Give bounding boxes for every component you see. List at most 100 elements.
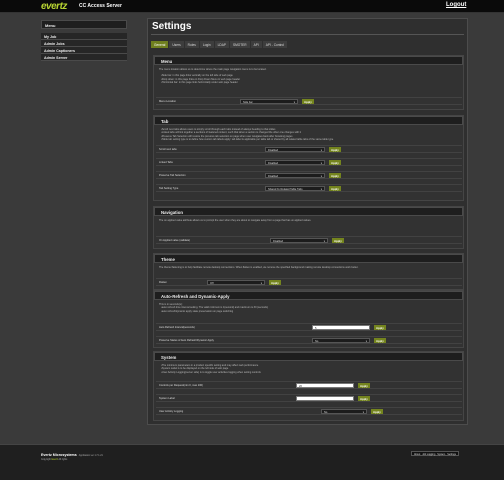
menu-section-title: Menu bbox=[154, 56, 463, 65]
tab-section: Tab Scroll next tabs allows users to sim… bbox=[153, 115, 464, 201]
navigation-section-title: Navigation bbox=[154, 207, 463, 216]
scroll-next-tabs-label: Scroll next tabs bbox=[159, 148, 177, 151]
scroll-next-tabs-row: Scroll next tabs Disabled ▾ Apply bbox=[156, 145, 462, 153]
theme-section-title: Theme bbox=[154, 254, 463, 263]
tab-roles[interactable]: Roles bbox=[184, 41, 199, 48]
flatten-row: Flatten Off ▾ Apply bbox=[156, 278, 462, 286]
tab-setting-type-apply-button[interactable]: Apply bbox=[329, 186, 341, 191]
scroll-next-tabs-select[interactable]: Disabled ▾ bbox=[265, 147, 325, 152]
linked-tabs-row: Linked Tabs Disabled ▾ Apply bbox=[156, 158, 462, 166]
user-activity-logging-select[interactable]: No ▾ bbox=[321, 409, 367, 414]
sidebar-item-admin-captioners[interactable]: Admin Captioners bbox=[41, 47, 127, 54]
menu-location-apply-button[interactable]: Apply bbox=[302, 99, 314, 104]
chevron-down-icon: ▾ bbox=[320, 148, 322, 152]
sidebar-item-my-job[interactable]: My Job bbox=[41, 33, 127, 40]
title-divider bbox=[151, 34, 464, 35]
footer-job-logging-link[interactable]: Job Logging bbox=[422, 453, 435, 456]
tab-users[interactable]: Users bbox=[169, 41, 184, 48]
system-label-apply-button[interactable]: Apply bbox=[358, 396, 370, 401]
tab-ldap[interactable]: LDAP bbox=[214, 41, 229, 48]
system-description: The minimum parameters in a product spec… bbox=[159, 364, 459, 374]
footer-settings-link[interactable]: Settings bbox=[447, 453, 456, 456]
on-applied-value-row: On Applied value (validate) Disabled ▾ Ap… bbox=[156, 236, 462, 244]
preserve-tab-selection-label: Preserve Tab Selection bbox=[159, 174, 186, 177]
preserve-auto-refresh-select[interactable]: No ▾ bbox=[312, 338, 370, 343]
settings-tabs: General Users Roles Login LDAP SMOTER AP… bbox=[151, 41, 287, 48]
preserve-auto-refresh-label: Preserve Status of Auto Refresh/Dynamic … bbox=[159, 339, 214, 342]
chevron-down-icon: ▾ bbox=[320, 174, 322, 178]
footer-system-link[interactable]: System bbox=[437, 453, 445, 456]
tab-setting-type-row: Tab Setting Type Shared by Related Table… bbox=[156, 184, 462, 192]
controls-per-request-row: Controls per Request(min 0, max 100) 20 … bbox=[156, 381, 462, 389]
preserve-auto-refresh-row: Preserve Status of Auto Refresh/Dynamic … bbox=[156, 336, 462, 344]
flatten-apply-button[interactable]: Apply bbox=[269, 280, 281, 285]
tab-setting-type-select[interactable]: Shared by Related Table Tabs ▾ bbox=[265, 186, 325, 191]
controls-per-request-label: Controls per Request(min 0, max 100) bbox=[159, 384, 203, 387]
chevron-down-icon: ▾ bbox=[365, 339, 367, 343]
scroll-next-tabs-apply-button[interactable]: Apply bbox=[329, 147, 341, 152]
tab-api-control[interactable]: API - Control bbox=[262, 41, 287, 48]
system-section-title: System bbox=[154, 352, 463, 361]
footer: Evertz Microsystems Application ver 1.7.1… bbox=[0, 444, 504, 480]
on-applied-value-select[interactable]: Disabled ▾ bbox=[270, 238, 328, 243]
preserve-auto-refresh-apply-button[interactable]: Apply bbox=[374, 338, 386, 343]
sidebar-title: Menu bbox=[41, 20, 127, 29]
chevron-down-icon: ▾ bbox=[320, 187, 322, 191]
auto-refresh-interval-label: Auto Refresh Interval(seconds) bbox=[159, 326, 195, 329]
logout-link[interactable]: Logout bbox=[446, 2, 466, 8]
theme-description: The theme flattening is to help facilita… bbox=[159, 266, 359, 269]
on-applied-value-apply-button[interactable]: Apply bbox=[332, 238, 344, 243]
tab-bullet: Table tab setting type is to define how … bbox=[161, 138, 459, 141]
chevron-down-icon: ▾ bbox=[293, 100, 295, 104]
auto-refresh-interval-apply-button[interactable]: Apply bbox=[374, 325, 386, 330]
tab-api[interactable]: API bbox=[250, 41, 262, 48]
navigation-section: Navigation The on applied value attribut… bbox=[153, 206, 464, 249]
menu-location-select[interactable]: Side bar ▾ bbox=[240, 99, 298, 104]
tab-section-title: Tab bbox=[154, 116, 463, 125]
theme-section: Theme The theme flattening is to help fa… bbox=[153, 253, 464, 290]
chevron-down-icon: ▾ bbox=[323, 239, 325, 243]
sidebar-item-admin-jobs[interactable]: Admin Jobs bbox=[41, 40, 127, 47]
sidebar-item-admin-server[interactable]: Admin Server bbox=[41, 54, 127, 61]
system-label-input[interactable] bbox=[296, 396, 354, 401]
app-title: CC Access Server bbox=[79, 3, 122, 9]
brand-link[interactable]: Evertz bbox=[51, 459, 58, 461]
company-label: Evertz Microsystems bbox=[41, 453, 77, 457]
system-bullet: User Activity Logging(server side) is to… bbox=[161, 371, 459, 374]
user-activity-logging-label: User Activity Logging bbox=[159, 410, 184, 413]
settings-panel: Settings General Users Roles Login LDAP … bbox=[147, 18, 468, 425]
tab-smoter[interactable]: SMOTER bbox=[229, 41, 250, 48]
linked-tabs-select[interactable]: Disabled ▾ bbox=[265, 160, 325, 165]
chevron-down-icon: ▾ bbox=[320, 161, 322, 165]
linked-tabs-apply-button[interactable]: Apply bbox=[329, 160, 341, 165]
user-activity-logging-apply-button[interactable]: Apply bbox=[371, 409, 383, 414]
controls-per-request-apply-button[interactable]: Apply bbox=[358, 383, 370, 388]
auto-refresh-description: This is in seconds(s): auto refresh time… bbox=[159, 303, 459, 313]
system-section: System The minimum parameters in a produ… bbox=[153, 351, 464, 421]
linked-tabs-label: Linked Tabs bbox=[159, 161, 173, 164]
company-name: Evertz Microsystems Application ver 1.7.1… bbox=[41, 453, 103, 457]
on-applied-value-label: On Applied value (validate) bbox=[159, 239, 190, 242]
sidebar: Menu My Job Admin Jobs Admin Captioners … bbox=[41, 20, 127, 61]
footer-nav: About Job Logging System Settings bbox=[411, 451, 459, 456]
auto-refresh-interval-input[interactable]: 5 bbox=[312, 325, 370, 330]
menu-description: The menu location allows us to determine… bbox=[159, 68, 459, 84]
auto-refresh-bullet: auto refresh/dynamic apply state preserv… bbox=[161, 310, 459, 313]
chevron-down-icon: ▾ bbox=[362, 410, 364, 414]
preserve-tab-selection-row: Preserve Tab Selection Disabled ▾ Apply bbox=[156, 171, 462, 179]
top-bar: evertz CC Access Server Logout bbox=[0, 0, 504, 13]
menu-section: Menu The menu location allows us to dete… bbox=[153, 55, 464, 110]
preserve-tab-selection-apply-button[interactable]: Apply bbox=[329, 173, 341, 178]
menu-location-label: Menu Location bbox=[159, 100, 177, 103]
menu-location-row: Menu Location Side bar ▾ Apply bbox=[156, 97, 462, 105]
flatten-select[interactable]: Off ▾ bbox=[207, 280, 265, 285]
footer-about-link[interactable]: About bbox=[414, 453, 420, 456]
tab-login[interactable]: Login bbox=[199, 41, 214, 48]
preserve-tab-selection-select[interactable]: Disabled ▾ bbox=[265, 173, 325, 178]
tab-general[interactable]: General bbox=[151, 41, 169, 48]
rights-text: All rights bbox=[58, 459, 68, 461]
controls-per-request-input[interactable]: 20 bbox=[296, 383, 354, 388]
footer-copyright: Copyright Evertz All rights bbox=[41, 459, 67, 461]
system-label-label: System Label bbox=[159, 397, 175, 400]
app-version: Application ver 1.7.1.21 bbox=[78, 455, 103, 457]
